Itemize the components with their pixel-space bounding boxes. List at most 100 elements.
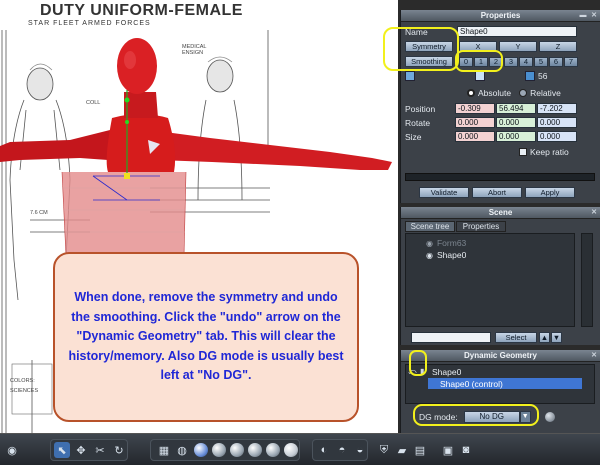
properties-panel: Properties ▬ ✕ Name Shape0 Symmetry X Y … [383,10,600,203]
cube-icon [525,70,535,81]
properties-header: Properties ▬ ✕ [401,10,600,22]
dynamic-geometry-header: Dynamic Geometry ✕ [401,350,600,362]
position-x-field[interactable]: -0.309 [455,103,495,114]
list-item[interactable]: ◉ Form63 [426,238,466,248]
render-camera-icon[interactable]: ◙ [458,442,474,458]
apply-button[interactable]: Apply [525,187,575,198]
dynamic-geometry-title: Dynamic Geometry [464,351,537,360]
shield-icon[interactable]: ⛨ [376,442,392,458]
reference-label: SCIENCES [10,388,39,394]
select-button[interactable]: Select [495,332,537,343]
figure-mesh[interactable] [0,38,392,257]
reference-subtitle: STAR FLEET ARMED FORCES [28,20,151,27]
close-icon[interactable]: ✕ [589,11,599,21]
textured-sphere-icon[interactable] [230,443,244,457]
eye-icon[interactable]: ◉ [426,239,433,248]
symmetry-x-button[interactable]: X [459,41,497,52]
smoothing-button[interactable]: Smoothing [405,56,453,67]
camera-icon[interactable]: ◐ [316,442,332,458]
close-icon[interactable]: ✕ [589,351,599,361]
name-label: Name [405,26,428,37]
chevron-down-icon[interactable]: ▼ [519,410,531,423]
smoothing-level-5[interactable]: 5 [534,56,548,67]
rotate-label: Rotate [405,117,431,128]
position-y-field[interactable]: 56.494 [496,103,536,114]
rotate-x-field[interactable]: 0.000 [455,117,495,128]
rotate-tool-icon[interactable]: ↻ [111,442,127,458]
lamp-icon[interactable]: ◓ [334,442,350,458]
object-icon[interactable]: ◒ [352,442,368,458]
position-label: Position [405,103,436,114]
scene-tree: ◉ Form63 ◉ Shape0 [405,233,575,327]
select-input[interactable] [411,332,491,343]
wire-sphere-icon[interactable]: ◍ [174,442,190,458]
3d-viewport[interactable]: DUTY UNIFORM-FEMALE STAR FLEET ARMED FOR… [0,0,398,433]
reference-title: DUTY UNIFORM-FEMALE [40,2,243,19]
bright-sphere-icon[interactable] [284,443,298,457]
smoothing-level-2[interactable]: 2 [489,56,503,67]
tab-scene-tree[interactable]: Scene tree [405,221,455,232]
brush-icon[interactable]: ▰ [394,442,410,458]
book-icon[interactable]: ▤ [412,442,428,458]
scrollbar[interactable] [581,233,593,327]
scale-tool-icon[interactable]: ✂ [92,442,108,458]
minimize-icon[interactable]: ▬ [578,11,588,21]
rotate-z-field[interactable]: 0.000 [537,117,577,128]
snapshot-icon[interactable]: ▣ [440,442,456,458]
properties-title: Properties [480,11,521,20]
size-z-field[interactable]: 0.000 [537,131,577,142]
validate-button[interactable]: Validate [419,187,469,198]
smooth-sphere-icon[interactable] [212,443,226,457]
keep-ratio-checkbox[interactable] [519,147,527,156]
absolute-radio[interactable] [467,88,475,97]
name-field[interactable]: Shape0 [457,26,577,37]
size-y-field[interactable]: 0.000 [496,131,536,142]
smoothing-level-6[interactable]: 6 [549,56,563,67]
rotate-y-field[interactable]: 0.000 [496,117,536,128]
smoothing-level-1[interactable]: 1 [474,56,488,67]
move-tool-icon[interactable]: ✥ [73,442,89,458]
smoothing-level-7[interactable]: 7 [564,56,578,67]
smoothing-level-4[interactable]: 4 [519,56,533,67]
eye-icon[interactable]: ◉ [426,251,433,260]
dynamic-geometry-panel: Dynamic Geometry ✕ ⤺ ▮ Shape0 Shape0 (co… [400,350,600,433]
dg-status-icon[interactable] [544,411,555,422]
symmetry-y-button[interactable]: Y [499,41,537,52]
undo-arrow-icon[interactable]: ⤺ [408,367,417,377]
reference-label: 7.6 CM [30,210,48,216]
position-z-field[interactable]: -7.202 [537,103,577,114]
relative-label: Relative [530,87,561,98]
matte-sphere-icon[interactable] [248,443,262,457]
abort-button[interactable]: Abort [472,187,522,198]
select-tool-icon[interactable]: ⬉ [54,442,70,458]
select-up-button[interactable]: ▲ [539,332,550,343]
relative-radio[interactable] [519,88,528,97]
tab-properties[interactable]: Properties [456,221,506,232]
list-item[interactable]: ◉ Shape0 [426,250,466,260]
grid-icon[interactable]: ▦ [156,442,172,458]
dg-tree: ⤺ ▮ Shape0 Shape0 (control) [405,364,595,404]
dg-item-label[interactable]: Shape0 [432,367,461,377]
keep-ratio-label: Keep ratio [530,146,569,157]
select-down-button[interactable]: ▼ [551,332,562,343]
eye-icon[interactable]: ◉ [4,442,20,458]
dg-selected-row[interactable]: Shape0 (control) [428,378,582,389]
render-sphere-icon[interactable] [266,443,280,457]
poly-icon [475,70,485,81]
size-label: Size [405,131,422,142]
reference-label: COLORS: [10,378,35,384]
reference-label: MEDICAL ENSIGN [182,44,207,56]
dg-mode-label: DG mode: [419,411,458,422]
shaded-sphere-icon[interactable] [194,443,208,457]
scene-header: Scene ✕ [401,207,600,219]
size-x-field[interactable]: 0.000 [455,131,495,142]
scene-title: Scene [488,208,513,217]
dg-mode-select[interactable]: No DG [463,410,520,423]
symmetry-button[interactable]: Symmetry [405,41,453,52]
close-icon[interactable]: ✕ [589,208,599,218]
bottom-toolbar: ◉ ⬉ ✥ ✂ ↻ ▦ ◍ ◐ ◓ ◒ ⛨ ▰ ▤ ▣ ◙ [0,433,600,465]
symmetry-z-button[interactable]: Z [539,41,577,52]
smoothing-level-0[interactable]: 0 [459,56,473,67]
smoothing-level-3[interactable]: 3 [504,56,518,67]
scene-item-label: Form63 [436,238,467,248]
